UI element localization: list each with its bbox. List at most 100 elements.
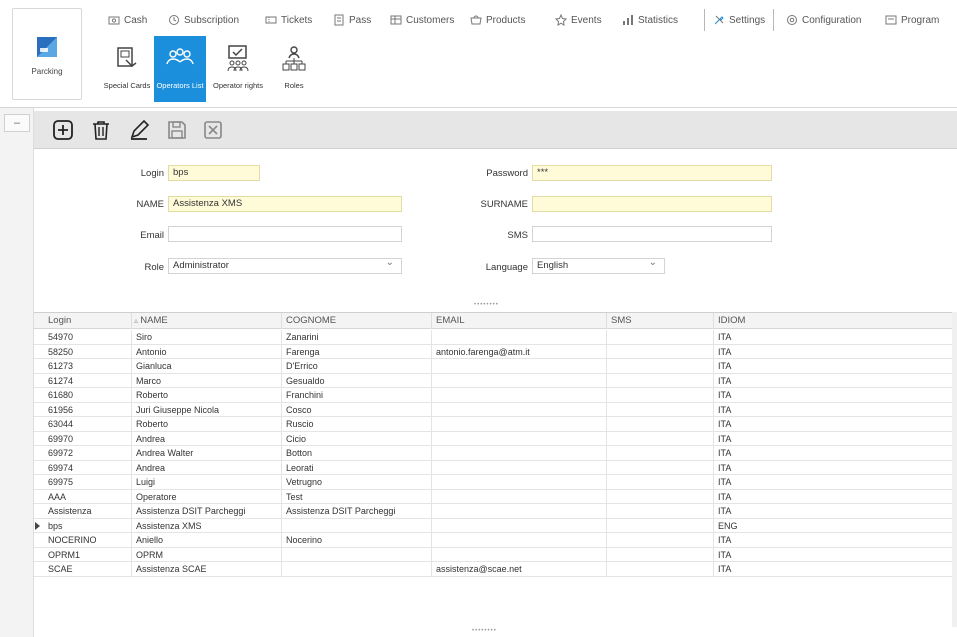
customers-icon [390,15,402,25]
table-row[interactable]: AAA Operatore Test ITA [34,489,952,504]
cell-idiom: ITA [718,549,732,560]
tab-settings[interactable]: Settings [704,9,775,31]
bottom-splitter-handle[interactable]: •••••••• [472,628,497,634]
app-label: Parcking [31,67,63,76]
add-button[interactable] [50,117,76,143]
special-cards-button[interactable]: Special Cards [104,36,150,102]
cash-icon [108,16,120,25]
save-icon [168,121,186,139]
left-panel-strip: – [0,108,34,637]
tab-events[interactable]: Events [555,9,602,31]
cell-sms [607,489,714,504]
tab-cash[interactable]: Cash [108,9,147,31]
table-row[interactable]: 61274 Marco Gesualdo ITA [34,373,952,388]
tab-label: Tickets [281,14,313,26]
column-header-email[interactable]: EMAIL [432,313,607,329]
cell-idiom: ITA [718,419,732,429]
grid-scrollbar[interactable] [952,312,957,627]
table-row[interactable]: 63044 Roberto Ruscio ITA [34,417,952,432]
cell-name: Antonio [132,344,282,359]
delete-button[interactable] [88,117,114,143]
grid-header: Login ▵ NAME COGNOME EMAIL SMS IDIOM [34,313,952,329]
table-row[interactable]: 61680 Roberto Franchini ITA [34,388,952,403]
cell-name: Gianluca [132,359,282,373]
cell-cognome: Assistenza DSIT Parcheggi [282,504,432,518]
cell-name: OPRM [132,547,282,562]
table-row[interactable]: bps Assistenza XMS ENG [34,518,952,533]
table-row[interactable]: SCAE Assistenza SCAE assistenza@scae.net IT… [34,562,952,577]
cell-sms [607,547,714,562]
cell-email [432,446,607,460]
column-header-login[interactable]: Login [44,313,132,329]
table-row[interactable]: Assistenza Assistenza DSIT Parcheggi Assis… [34,504,952,519]
form-splitter-handle[interactable]: •••••••• [474,302,499,308]
email-label: Email [140,230,164,241]
language-select[interactable]: English [532,258,665,274]
surname-label: SURNAME [480,199,528,210]
roles-button[interactable]: Roles [272,36,316,102]
cell-idiom: ITA [718,332,732,342]
tab-label: Program [901,14,940,26]
cell-login: 58250 [44,344,132,359]
table-row[interactable]: 58250 Antonio Farenga antonio.farenga@atm.i… [34,344,952,359]
events-icon [555,14,567,26]
cell-email: assistenza@scae.net [432,562,607,576]
table-row[interactable]: 61273 Gianluca D'Errico ITA [34,359,952,374]
cell-login: SCAE [44,562,132,576]
save-button[interactable] [164,117,190,143]
tab-subscription[interactable]: Subscription [168,9,239,31]
app-tile[interactable]: Parcking [12,8,82,100]
cell-login: bps [44,518,132,533]
cell-cognome: Franchini [282,388,432,402]
column-header-idiom[interactable]: IDIOM [714,313,952,329]
column-header-sms[interactable]: SMS [607,313,714,329]
table-row[interactable]: OPRM1 OPRM ITA [34,547,952,562]
collapse-panel-button[interactable]: – [4,114,30,132]
table-row[interactable]: 69975 Luigi Vetrugno ITA [34,475,952,490]
cell-idiom: ITA [718,433,732,444]
cell-cognome: Zanarini [282,330,432,344]
table-row[interactable]: 69974 Andrea Leorati ITA [34,460,952,475]
add-icon [53,120,73,140]
table-row[interactable]: 69970 Andrea Cicio ITA [34,431,952,446]
cell-cognome: D'Errico [282,359,432,373]
tab-customers[interactable]: Customers [390,9,454,31]
configuration-icon [787,15,797,25]
column-header-cognome[interactable]: COGNOME [282,313,432,329]
edit-button[interactable] [126,117,152,143]
name-field[interactable]: Assistenza XMS [168,196,402,212]
operator-rights-button[interactable]: Operator rights [210,36,266,102]
cell-login: 61273 [44,359,132,373]
cell-name: Luigi [132,475,282,489]
tab-program[interactable]: Program [885,9,939,31]
tab-tickets[interactable]: Tickets [265,9,312,31]
tab-statistics[interactable]: Statistics [622,9,678,31]
table-row[interactable]: NOCERINO Aniello Nocerino ITA [34,533,952,548]
password-field[interactable]: *** [532,165,772,181]
tab-pass[interactable]: Pass [333,9,371,31]
table-row[interactable]: 69972 Andrea Walter Botton ITA [34,446,952,461]
tab-label: Cash [124,14,148,26]
tab-configuration[interactable]: Configuration [786,9,861,31]
tab-label: Configuration [802,14,862,26]
tab-products[interactable]: Products [470,9,525,31]
sms-field[interactable] [532,226,772,242]
login-field[interactable]: bps [168,165,260,181]
ribbon-group-operators: Special Cards Operators List Operator ri… [98,36,358,102]
cell-cognome: Test [282,489,432,504]
operators-list-button[interactable]: Operators List [154,36,206,102]
table-row[interactable]: 54970 Siro Zanarini ITA [34,330,952,345]
email-field[interactable] [168,226,402,242]
cell-email [432,547,607,562]
column-header-name[interactable]: ▵ NAME [132,313,282,329]
roles-icon [282,46,306,71]
cell-login: Assistenza [44,504,132,518]
role-select[interactable]: Administrator [168,258,402,274]
cell-idiom: ITA [718,462,732,473]
table-row[interactable]: 61956 Juri Giuseppe Nicola Cosco ITA [34,402,952,417]
cell-cognome: Gesualdo [282,373,432,388]
tickets-icon [265,16,277,24]
surname-field[interactable] [532,196,772,212]
cancel-button[interactable] [200,117,226,143]
cell-idiom: ITA [718,491,732,502]
